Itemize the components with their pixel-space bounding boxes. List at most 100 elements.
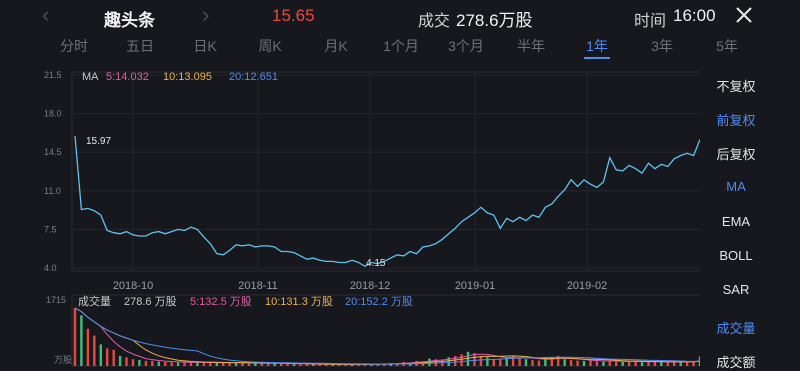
prev-stock-arrow-icon[interactable]: ‹ bbox=[42, 4, 49, 26]
volume-bar-61 bbox=[466, 351, 470, 366]
volume-bar-82 bbox=[602, 361, 605, 366]
volume-bar-10 bbox=[138, 359, 141, 366]
volume-bar-13 bbox=[157, 361, 160, 366]
close-icon[interactable] bbox=[733, 4, 755, 26]
volume-bar-34 bbox=[292, 364, 296, 366]
volume-bar-92 bbox=[666, 362, 669, 366]
tab-1[interactable]: 五日 bbox=[126, 36, 154, 56]
volume-y-top-label: 1715 bbox=[46, 295, 66, 305]
volume-ma5-line bbox=[74, 307, 700, 366]
x-tick-label-2: 2018-12 bbox=[350, 280, 390, 292]
volume-bar-15 bbox=[170, 362, 173, 366]
volume-y-unit-label: 万股 bbox=[54, 355, 72, 365]
volume-bar-39 bbox=[325, 364, 328, 366]
volume-bar-72 bbox=[537, 360, 541, 366]
y-tick-label-5: 4.0 bbox=[44, 263, 57, 273]
side-menu-item-1[interactable]: 前复权 bbox=[700, 110, 772, 129]
volume-bar-80 bbox=[589, 360, 592, 366]
y-tick-label-3: 11.0 bbox=[44, 186, 61, 196]
ma10-legend: 10:13.095 bbox=[163, 71, 212, 83]
volume-bar-19 bbox=[196, 362, 199, 366]
y-tick-label-1: 18.0 bbox=[44, 109, 62, 119]
side-menu-item-5[interactable]: BOLL bbox=[700, 248, 772, 263]
volume-ma20-legend: 20:152.2 万股 bbox=[345, 295, 413, 308]
y-tick-label-0: 21.5 bbox=[44, 70, 62, 80]
volume-bar-33 bbox=[286, 364, 289, 366]
volume-bar-16 bbox=[176, 362, 180, 366]
volume-bar-5 bbox=[106, 348, 109, 366]
tab-2[interactable]: 日K bbox=[193, 36, 216, 56]
volume-bar-65 bbox=[492, 359, 495, 366]
time-value: 16:00 bbox=[673, 6, 716, 25]
y-tick-label-2: 14.5 bbox=[44, 147, 62, 157]
volume-ma10-line bbox=[74, 307, 700, 365]
volume-bar-85 bbox=[621, 361, 624, 366]
volume-bar-81 bbox=[595, 360, 599, 366]
top-bar: ‹ 趣头条 › 15.65 成交 278.6万股 时间 16:00 bbox=[0, 0, 800, 32]
tab-0[interactable]: 分时 bbox=[60, 36, 88, 56]
x-tick-label-4: 2019-02 bbox=[567, 280, 607, 292]
side-menu-item-0[interactable]: 不复权 bbox=[700, 76, 772, 95]
ma-legend-label: MA bbox=[82, 71, 99, 83]
y-tick-label-4: 7.5 bbox=[44, 224, 57, 234]
volume-bar-59 bbox=[454, 355, 457, 366]
volume-bar-25 bbox=[234, 363, 238, 366]
time-label: 时间 bbox=[634, 13, 667, 30]
volume-bar-20 bbox=[202, 363, 206, 366]
price-chart: 21.5 18.0 14.5 11.0 7.5 4.0 2018-10 2018-11 2018… bbox=[44, 70, 700, 367]
volume-bar-3 bbox=[93, 335, 96, 366]
volume-bar-11 bbox=[144, 360, 148, 366]
volume-bar-79 bbox=[582, 360, 586, 366]
volume-bar-35 bbox=[299, 364, 302, 366]
volume-legend-label: 成交量 bbox=[78, 294, 111, 308]
ma5-legend: 5:14.032 bbox=[106, 71, 149, 83]
volume-bar-88 bbox=[640, 362, 644, 366]
volume-bar-73 bbox=[544, 358, 547, 366]
side-menu-item-6[interactable]: SAR bbox=[700, 282, 772, 297]
volume-bar-69 bbox=[518, 357, 521, 366]
side-menu-item-8[interactable]: 成交额 bbox=[700, 352, 772, 371]
volume-bar-76 bbox=[563, 359, 566, 366]
side-menu-item-3[interactable]: MA bbox=[700, 179, 772, 194]
volume-legend-value: 278.6 万股 bbox=[124, 295, 177, 308]
volume-bar-70 bbox=[524, 359, 528, 366]
volume-bar-0 bbox=[73, 308, 77, 366]
volume-bar-91 bbox=[660, 362, 663, 366]
period-tabs: 分时 五日 日K 周K 月K 1个月 3个月 半年 1年 3年 5年 bbox=[0, 32, 800, 60]
volume-bar-77 bbox=[569, 359, 573, 366]
volume-bar-28 bbox=[254, 363, 257, 366]
volume-bar-9 bbox=[131, 359, 135, 366]
volume-value: 278.6万股 bbox=[456, 11, 533, 30]
volume-bar-1 bbox=[80, 315, 83, 366]
side-menu-item-7[interactable]: 成交量 bbox=[700, 318, 772, 337]
side-menu-item-4[interactable]: EMA bbox=[700, 214, 772, 229]
volume-bar-23 bbox=[222, 362, 225, 366]
volume-bar-90 bbox=[653, 361, 657, 366]
tab-7[interactable]: 半年 bbox=[517, 36, 545, 56]
next-stock-arrow-icon[interactable]: › bbox=[202, 4, 209, 26]
tab-4[interactable]: 月K bbox=[324, 36, 347, 56]
volume-bar-71 bbox=[531, 359, 534, 366]
volume-label: 成交 bbox=[418, 13, 451, 30]
volume-bar-31 bbox=[273, 363, 276, 366]
volume-bar-64 bbox=[486, 357, 489, 366]
min-price-annotation: 4.15 bbox=[366, 258, 386, 269]
side-menu-item-2[interactable]: 后复权 bbox=[700, 144, 772, 163]
tab-10[interactable]: 5年 bbox=[716, 36, 738, 56]
tab-5[interactable]: 1个月 bbox=[383, 36, 419, 56]
volume-bar-7 bbox=[118, 355, 122, 366]
max-price-annotation: 15.97 bbox=[86, 136, 111, 147]
x-tick-label-3: 2019-01 bbox=[455, 280, 495, 292]
volume-bar-96 bbox=[692, 361, 695, 366]
tab-6[interactable]: 3个月 bbox=[448, 36, 484, 56]
x-tick-label-0: 2018-10 bbox=[113, 280, 153, 292]
tab-8[interactable]: 1年 bbox=[586, 36, 608, 56]
volume-bar-24 bbox=[228, 363, 231, 366]
tab-3[interactable]: 周K bbox=[258, 36, 281, 56]
volume-bar-89 bbox=[647, 361, 650, 366]
volume-bar-14 bbox=[164, 361, 167, 366]
tab-9[interactable]: 3年 bbox=[651, 36, 673, 56]
volume-bar-30 bbox=[267, 363, 270, 366]
volume-bar-78 bbox=[576, 360, 579, 366]
volume-bar-6 bbox=[112, 349, 115, 366]
